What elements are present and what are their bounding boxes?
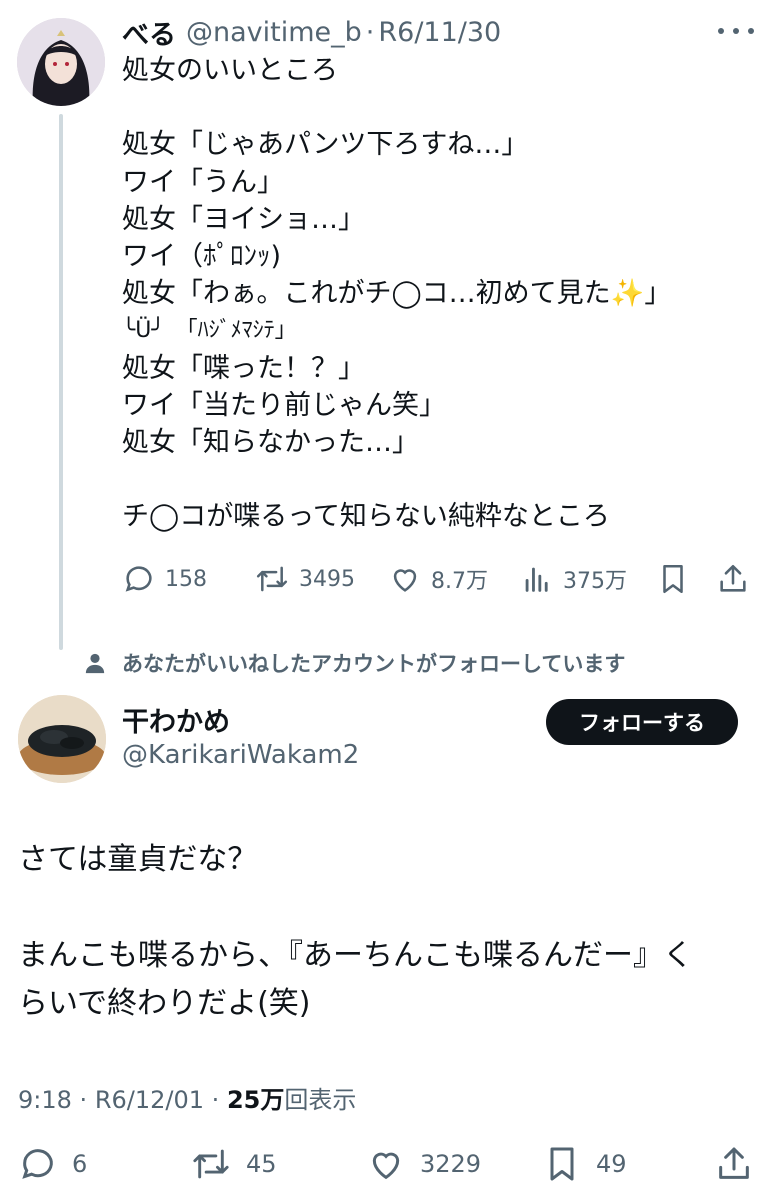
views-icon — [525, 567, 548, 592]
main-reply-count: 6 — [72, 1150, 88, 1178]
main-tweet-meta: 9:18 · R6/12/01 · 25万回表示 — [18, 1080, 356, 1115]
parent-text-line: ワイ「当たり前じゃん笑」 — [122, 389, 446, 421]
social-context: あなたがいいねしたアカウントがフォローしています — [84, 646, 625, 680]
like-icon — [372, 1152, 400, 1180]
parent-retweet-button[interactable]: 3495 — [254, 562, 355, 596]
meta-separator: · — [211, 1086, 220, 1114]
main-text-line: らいで終わりだよ(笑) — [18, 986, 311, 1021]
parent-avatar[interactable] — [17, 18, 105, 106]
parent-views-count: 375万 — [563, 569, 627, 594]
parent-text-line: 処女のいいところ — [122, 55, 338, 86]
person-icon — [85, 653, 105, 674]
parent-retweet-count: 3495 — [299, 566, 355, 592]
parent-text-line: 処女「喋った！？」 — [122, 352, 365, 384]
parent-like-count: 8.7万 — [431, 569, 488, 594]
share-icon — [719, 1147, 749, 1179]
thread-line — [59, 114, 63, 650]
parent-tweet-text: 処女のいいところ 処女「じゃあパンツ下ろすね…」 ワイ「うん」 処女「ヨイショ…… — [122, 52, 752, 535]
parent-handle[interactable]: @navitime_b — [186, 17, 362, 48]
retweet-icon — [256, 566, 288, 592]
main-views-label: 回表示 — [284, 1086, 357, 1114]
reply-icon — [125, 566, 152, 592]
main-reply-button[interactable]: 6 — [18, 1144, 87, 1184]
more-icon[interactable] — [718, 16, 754, 46]
parent-reply-button[interactable]: 158 — [122, 562, 207, 596]
bookmark-icon — [550, 1147, 574, 1181]
share-icon — [720, 564, 746, 592]
main-bookmark-count: 49 — [596, 1150, 627, 1178]
reply-icon — [22, 1149, 53, 1179]
main-handle[interactable]: @KarikariWakam2 — [122, 740, 359, 770]
bookmark-icon — [663, 564, 683, 594]
parent-separator: · — [365, 16, 375, 48]
parent-bookmark-button[interactable] — [656, 562, 690, 596]
main-like-count: 3229 — [420, 1150, 482, 1178]
main-display-name[interactable]: 干わかめ — [122, 700, 230, 739]
parent-text-line: ╰Ü╯ 「ﾊｼﾞﾒﾏｼﾃ」 — [122, 318, 297, 344]
main-like-button[interactable]: 3229 — [366, 1144, 481, 1184]
main-date[interactable]: R6/12/01 — [95, 1086, 204, 1114]
parent-text-line: 処女「ヨイショ…」 — [122, 203, 365, 235]
parent-tweet-header: べる @navitime_b · R6/11/30 — [122, 13, 501, 52]
parent-text-line — [122, 461, 752, 498]
retweet-icon — [193, 1149, 229, 1179]
main-tweet-text: さては童貞だな？ まんこも喋るから、『あーちんこも喋るんだー』く らいで終わりだ… — [18, 836, 758, 1028]
sparkle-emoji: ✨ — [610, 278, 645, 310]
parent-text-line: ワイ「うん」 — [122, 166, 284, 198]
parent-text-fragment: 処女「わぁ。これがチ◯コ…初めて見た — [122, 278, 611, 310]
main-time[interactable]: 9:18 — [18, 1086, 72, 1114]
parent-text-line: 処女「知らなかった…」 — [122, 426, 419, 458]
main-avatar[interactable] — [18, 695, 106, 783]
parent-like-button[interactable]: 8.7万 — [388, 562, 488, 596]
parent-text-line: 処女「じゃあパンツ下ろすね…」 — [122, 129, 529, 161]
parent-reply-count: 158 — [165, 566, 207, 592]
main-text-line: さては童貞だな？ — [18, 842, 258, 877]
main-share-button[interactable] — [714, 1144, 754, 1184]
parent-text-line: ワイ（ﾎﾟﾛﾝｯ) — [122, 240, 282, 272]
meta-separator: · — [79, 1086, 88, 1114]
parent-text-line — [122, 89, 752, 126]
parent-display-name[interactable]: べる — [122, 13, 176, 52]
main-retweet-count: 45 — [246, 1150, 277, 1178]
parent-share-button[interactable] — [716, 562, 750, 596]
parent-text-line: 処女「わぁ。これがチ◯コ…初めて見た✨」 — [122, 275, 752, 312]
social-context-text: あなたがいいねしたアカウントがフォローしています — [122, 652, 626, 676]
main-text-line — [18, 884, 758, 932]
like-icon — [393, 569, 417, 592]
parent-text-fragment: 」 — [644, 278, 672, 310]
parent-text-line: チ◯コが喋るって知らない純粋なところ — [122, 501, 610, 533]
main-views-count[interactable]: 25万 — [227, 1086, 284, 1114]
main-bookmark-button[interactable]: 49 — [542, 1144, 627, 1184]
parent-views-button[interactable]: 375万 — [520, 562, 627, 596]
follow-button[interactable]: フォローする — [546, 699, 738, 745]
parent-date[interactable]: R6/11/30 — [378, 17, 501, 48]
main-text-line: まんこも喋るから、『あーちんこも喋るんだー』く — [18, 938, 693, 973]
main-retweet-button[interactable]: 45 — [190, 1144, 277, 1184]
